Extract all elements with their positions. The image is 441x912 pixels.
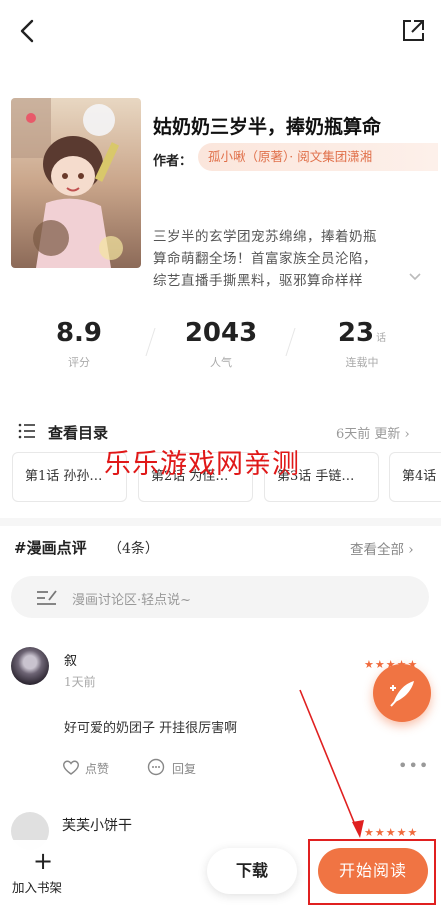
- divider: [285, 328, 296, 356]
- synopsis-line: 三岁半的玄学团宠苏绵绵，捧着奶瓶: [153, 229, 377, 245]
- section-divider: [0, 518, 441, 526]
- review-stars: ★★★★★: [364, 826, 419, 839]
- rating-label: 评分: [68, 356, 90, 369]
- annotation-highlight-box: [308, 839, 436, 905]
- plus-icon[interactable]: +: [33, 849, 53, 873]
- add-to-shelf-button[interactable]: 加入书架: [12, 877, 62, 896]
- synopsis-line: 综艺直播手撕黑料，驱邪算命样样: [153, 273, 363, 289]
- view-all-link[interactable]: 查看全部 ›: [350, 538, 414, 558]
- share-icon[interactable]: [400, 18, 426, 44]
- review-time: 1天前: [64, 675, 96, 689]
- catalog-title[interactable]: 查看目录: [48, 422, 108, 443]
- rating-value: 8.9: [55, 318, 103, 348]
- expand-chevron-icon[interactable]: [408, 270, 422, 284]
- episodes-label: 连载中: [345, 356, 379, 369]
- chapter-item[interactable]: 第4话: [389, 452, 441, 502]
- list-icon[interactable]: [18, 422, 36, 440]
- chevron-right-icon: ›: [408, 542, 414, 558]
- feather-pen-icon: [390, 681, 414, 707]
- view-all-label: 查看全部: [350, 542, 404, 558]
- like-label[interactable]: 点赞: [85, 760, 109, 777]
- download-button[interactable]: 下载: [207, 848, 297, 894]
- review-username[interactable]: 叙: [64, 650, 77, 669]
- review-text[interactable]: 好可爱的奶团子 开挂很厉害啊: [64, 717, 237, 736]
- comment-placeholder: 漫画讨论区·轻点说~: [72, 593, 192, 608]
- compose-icon: [37, 590, 57, 605]
- author-label: 作者：: [153, 154, 193, 169]
- book-cover[interactable]: [11, 98, 141, 268]
- popularity-value: 2043: [184, 318, 258, 348]
- like-icon[interactable]: [62, 759, 80, 776]
- book-title: 姑奶奶三岁半，捧奶瓶算命: [153, 116, 382, 138]
- review-username[interactable]: 芙芙小饼干: [62, 815, 132, 835]
- episodes-value: 23 话: [337, 318, 387, 348]
- popularity-label: 人气: [210, 356, 232, 369]
- back-icon[interactable]: [14, 16, 42, 46]
- stat-popularity: 2043 人气: [172, 318, 270, 370]
- stat-episodes: 23 话 连载中: [313, 318, 411, 370]
- avatar[interactable]: [11, 647, 49, 685]
- catalog-update[interactable]: 6天前 更新 ›: [336, 423, 410, 442]
- divider: [145, 328, 156, 356]
- reviews-count: （4条）: [108, 541, 159, 557]
- watermark-text: 乐乐游戏网亲测: [104, 449, 300, 480]
- write-review-button[interactable]: [373, 664, 431, 722]
- reviews-title: #漫画点评: [14, 539, 87, 557]
- update-text: 6天前 更新: [336, 427, 401, 442]
- synopsis-line: 算命萌翻全场！首富家族全员沦陷，: [153, 251, 377, 267]
- book-synopsis[interactable]: 三岁半的玄学团宠苏绵绵，捧着奶瓶 算命萌翻全场！首富家族全员沦陷， 综艺直播手撕…: [153, 226, 433, 292]
- more-options-icon[interactable]: •••: [398, 756, 429, 775]
- reply-label[interactable]: 回复: [172, 760, 196, 777]
- chevron-right-icon: ›: [404, 427, 410, 442]
- author-tag[interactable]: 孤小啾（原著）· 阅文集团潇湘: [198, 143, 438, 171]
- reply-icon[interactable]: [147, 758, 165, 776]
- episodes-suffix: 话: [376, 333, 387, 344]
- stat-rating: 8.9 评分: [30, 318, 128, 370]
